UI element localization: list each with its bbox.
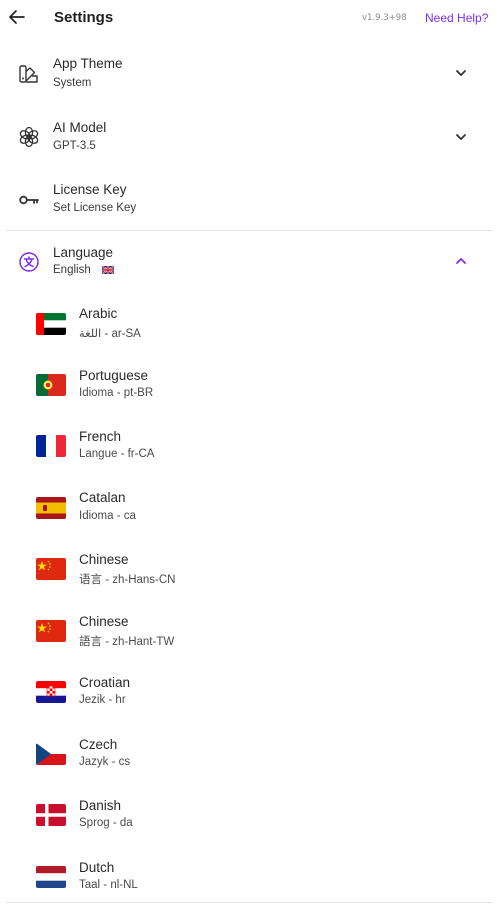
- language-option-arabic[interactable]: Arabic اللغة - ar-SA: [0, 298, 497, 356]
- setting-language[interactable]: Language English: [0, 236, 497, 298]
- language-name: Dutch: [79, 860, 115, 875]
- chevron-down-icon[interactable]: [453, 65, 469, 81]
- spain-flag-icon: [36, 497, 66, 519]
- language-label: Language: [53, 245, 114, 260]
- czech-flag-icon: [36, 743, 66, 765]
- language-name: Catalan: [79, 490, 126, 505]
- need-help-link[interactable]: Need Help?: [425, 11, 488, 25]
- language-code: 语言 - zh-Hans-CN: [79, 574, 176, 586]
- china-flag-icon: [36, 558, 66, 580]
- language-code: Jazyk - cs: [79, 756, 131, 768]
- croatia-flag-icon: [36, 681, 66, 703]
- language-name: Croatian: [79, 675, 131, 690]
- language-option-chinese-traditional[interactable]: Chinese 語言 - zh-Hant-TW: [0, 606, 497, 664]
- france-flag-icon: [36, 435, 66, 457]
- uae-flag-icon: [36, 313, 66, 335]
- language-code: Idioma - ca: [79, 510, 136, 522]
- setting-app-theme[interactable]: App Theme System: [0, 48, 497, 110]
- china-flag-icon: [36, 620, 66, 642]
- language-option-danish[interactable]: Danish Sprog - da: [0, 790, 497, 848]
- language-option-dutch[interactable]: Dutch Taal - nl-NL: [0, 852, 497, 907]
- chevron-up-icon[interactable]: [453, 253, 469, 269]
- setting-ai-model[interactable]: AI Model GPT-3.5: [0, 111, 497, 173]
- ai-model-value: GPT-3.5: [53, 140, 96, 152]
- language-option-portuguese[interactable]: Portuguese Idioma - pt-BR: [0, 360, 497, 418]
- section-divider: [6, 230, 492, 231]
- language-code: 語言 - zh-Hant-TW: [79, 636, 175, 648]
- setting-license-key[interactable]: License Key Set License Key: [0, 174, 497, 236]
- language-code: Sprog - da: [79, 817, 133, 829]
- app-header: Settings v1.9.3+98 Need Help?: [0, 0, 497, 40]
- language-name: Danish: [79, 798, 122, 813]
- page-title: Settings: [54, 9, 114, 26]
- back-arrow-icon[interactable]: [6, 6, 28, 28]
- uk-flag-icon: [101, 265, 115, 275]
- key-icon: [17, 188, 41, 212]
- ai-model-label: AI Model: [53, 120, 107, 135]
- language-code: Jezik - hr: [79, 694, 126, 706]
- openai-icon: [17, 125, 41, 149]
- language-name: Chinese: [79, 614, 129, 629]
- language-code: Idioma - pt-BR: [79, 387, 154, 399]
- language-code: اللغة - ar-SA: [79, 328, 141, 340]
- translate-icon: [17, 250, 41, 274]
- language-value: English: [53, 264, 91, 276]
- app-theme-value: System: [53, 77, 92, 89]
- denmark-flag-icon: [36, 804, 66, 826]
- language-name: Arabic: [79, 306, 118, 321]
- language-name: French: [79, 429, 122, 444]
- app-theme-label: App Theme: [53, 56, 123, 71]
- language-option-chinese-simplified[interactable]: Chinese 语言 - zh-Hans-CN: [0, 544, 497, 602]
- language-name: Czech: [79, 737, 118, 752]
- language-name: Chinese: [79, 552, 129, 567]
- language-option-croatian[interactable]: Croatian Jezik - hr: [0, 667, 497, 725]
- portugal-flag-icon: [36, 374, 66, 396]
- license-key-label: License Key: [53, 182, 127, 197]
- version-label: v1.9.3+98: [362, 13, 407, 23]
- language-code: Langue - fr-CA: [79, 448, 155, 460]
- language-name: Portuguese: [79, 368, 149, 383]
- netherlands-flag-icon: [36, 866, 66, 888]
- chevron-down-icon[interactable]: [453, 129, 469, 145]
- language-value-row: English: [53, 264, 115, 276]
- language-option-french[interactable]: French Langue - fr-CA: [0, 421, 497, 479]
- palette-icon: [17, 63, 41, 87]
- language-option-catalan[interactable]: Catalan Idioma - ca: [0, 483, 497, 541]
- license-key-value: Set License Key: [53, 202, 137, 214]
- language-code: Taal - nl-NL: [79, 879, 138, 891]
- list-bottom-divider: [6, 902, 492, 903]
- language-option-czech[interactable]: Czech Jazyk - cs: [0, 729, 497, 787]
